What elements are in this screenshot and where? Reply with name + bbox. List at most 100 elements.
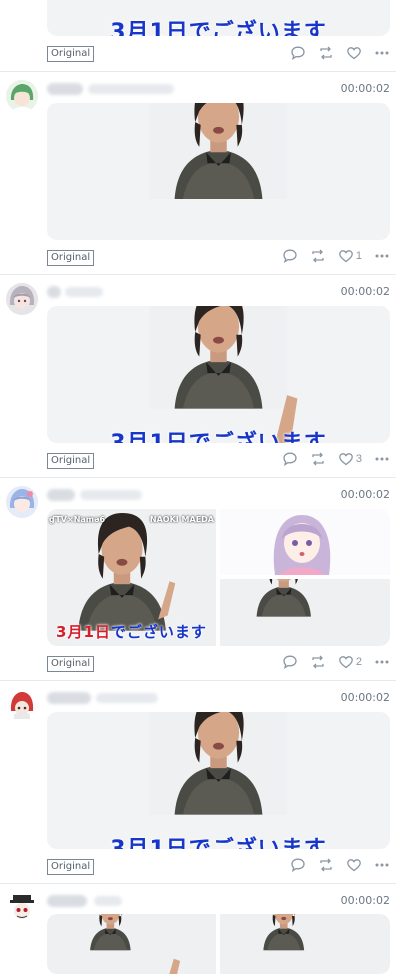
comment-button[interactable] [282, 248, 298, 264]
more-icon [374, 857, 390, 873]
comment-icon [282, 451, 298, 467]
comment-icon [282, 248, 298, 264]
video-frame [47, 712, 390, 849]
post-actions: 1 [282, 247, 390, 265]
avatar[interactable] [6, 80, 38, 112]
like-button[interactable] [346, 45, 362, 61]
more-button[interactable] [374, 451, 390, 467]
anime-girl-image [220, 509, 390, 575]
post-time: 00:00:02 [340, 82, 390, 95]
original-badge: Original [47, 46, 95, 62]
avatar[interactable] [6, 892, 38, 924]
media-tile-video[interactable] [220, 579, 390, 646]
post-actions: 2 [282, 653, 390, 671]
repost-icon [318, 45, 334, 61]
more-button[interactable] [374, 857, 390, 873]
post: 00:00:02 ɠTV×Namə6 NAOKI MAEDA 3月1日でございま… [0, 478, 396, 681]
avatar[interactable] [6, 689, 38, 721]
avatar-image [6, 486, 38, 518]
post-actions: 3 [282, 450, 390, 468]
video-watermark-right: NAOKI MAEDA [149, 515, 214, 524]
comment-icon [282, 654, 298, 670]
post-media-grid [47, 914, 390, 974]
post-media-grid: ɠTV×Namə6 NAOKI MAEDA 3月1日でございます [47, 509, 390, 646]
post-time: 00:00:02 [340, 894, 390, 907]
more-button[interactable] [374, 45, 390, 61]
video-frame [220, 914, 390, 974]
username[interactable] [47, 692, 91, 704]
post: 3月1日でございます Original [0, 0, 396, 72]
repost-icon [310, 451, 326, 467]
username[interactable] [47, 489, 75, 501]
username[interactable] [47, 286, 61, 298]
avatar[interactable] [6, 283, 38, 315]
video-watermark-left: ɠTV×Namə6 [49, 515, 106, 524]
post-time: 00:00:02 [340, 691, 390, 704]
comment-icon [290, 45, 306, 61]
user-handle [94, 896, 122, 906]
avatar-image [6, 283, 38, 315]
like-button[interactable]: 3 [338, 451, 362, 467]
comment-button[interactable] [290, 45, 306, 61]
heart-icon [338, 451, 354, 467]
avatar[interactable] [6, 486, 38, 518]
like-button[interactable]: 2 [338, 654, 362, 670]
post: 00:00:02 3月1日でございます Original [0, 681, 396, 884]
avatar-image [6, 892, 38, 924]
more-icon [374, 248, 390, 264]
like-count: 2 [355, 656, 362, 668]
more-button[interactable] [374, 248, 390, 264]
like-button[interactable]: 1 [338, 248, 362, 264]
media-tile-video[interactable] [220, 914, 390, 974]
heart-icon [346, 45, 362, 61]
user-handle [96, 693, 158, 703]
user-handle [65, 287, 103, 297]
user-handle [88, 84, 174, 94]
original-badge: Original [47, 250, 95, 266]
comment-button[interactable] [290, 857, 306, 873]
heart-icon [338, 654, 354, 670]
more-icon [374, 654, 390, 670]
username[interactable] [47, 83, 83, 95]
video-frame [47, 306, 298, 443]
like-button[interactable] [346, 857, 362, 873]
repost-icon [318, 857, 334, 873]
media-tile-video[interactable]: ɠTV×Namə6 NAOKI MAEDA 3月1日でございます [47, 509, 216, 646]
like-count: 1 [355, 250, 362, 262]
media-tile-video[interactable] [47, 914, 216, 974]
media-tile-image[interactable] [220, 509, 390, 575]
post-video[interactable]: 3月1日でございます [47, 0, 390, 36]
post: 00:00:02 Original 1 [0, 72, 396, 275]
original-badge: Original [47, 453, 95, 469]
username[interactable] [47, 895, 87, 907]
original-badge: Original [47, 656, 95, 672]
avatar-image [6, 80, 38, 112]
repost-button[interactable] [318, 857, 334, 873]
repost-button[interactable] [310, 451, 326, 467]
post-video[interactable]: 3月1日でございます [47, 306, 390, 443]
heart-icon [346, 857, 362, 873]
post-actions [290, 856, 390, 874]
video-frame [47, 914, 181, 974]
post-video[interactable]: 3月1日でございます [47, 712, 390, 849]
avatar-image [6, 689, 38, 721]
user-handle [80, 490, 142, 500]
post: 00:00:02 3月1日でございます Original 3 [0, 275, 396, 478]
video-caption: 3月1日でございます [110, 20, 327, 36]
post-video[interactable] [47, 103, 390, 240]
caption-text: でございます [110, 623, 207, 641]
comment-button[interactable] [282, 654, 298, 670]
post-time: 00:00:02 [340, 488, 390, 501]
caption-date: 3月1日 [56, 623, 111, 641]
comment-button[interactable] [282, 451, 298, 467]
original-badge: Original [47, 859, 95, 875]
more-button[interactable] [374, 654, 390, 670]
repost-button[interactable] [310, 654, 326, 670]
post-actions [290, 44, 390, 62]
more-icon [374, 45, 390, 61]
repost-button[interactable] [310, 248, 326, 264]
repost-button[interactable] [318, 45, 334, 61]
video-caption: 3月1日でございます [47, 831, 390, 849]
repost-icon [310, 654, 326, 670]
video-frame [47, 103, 390, 240]
